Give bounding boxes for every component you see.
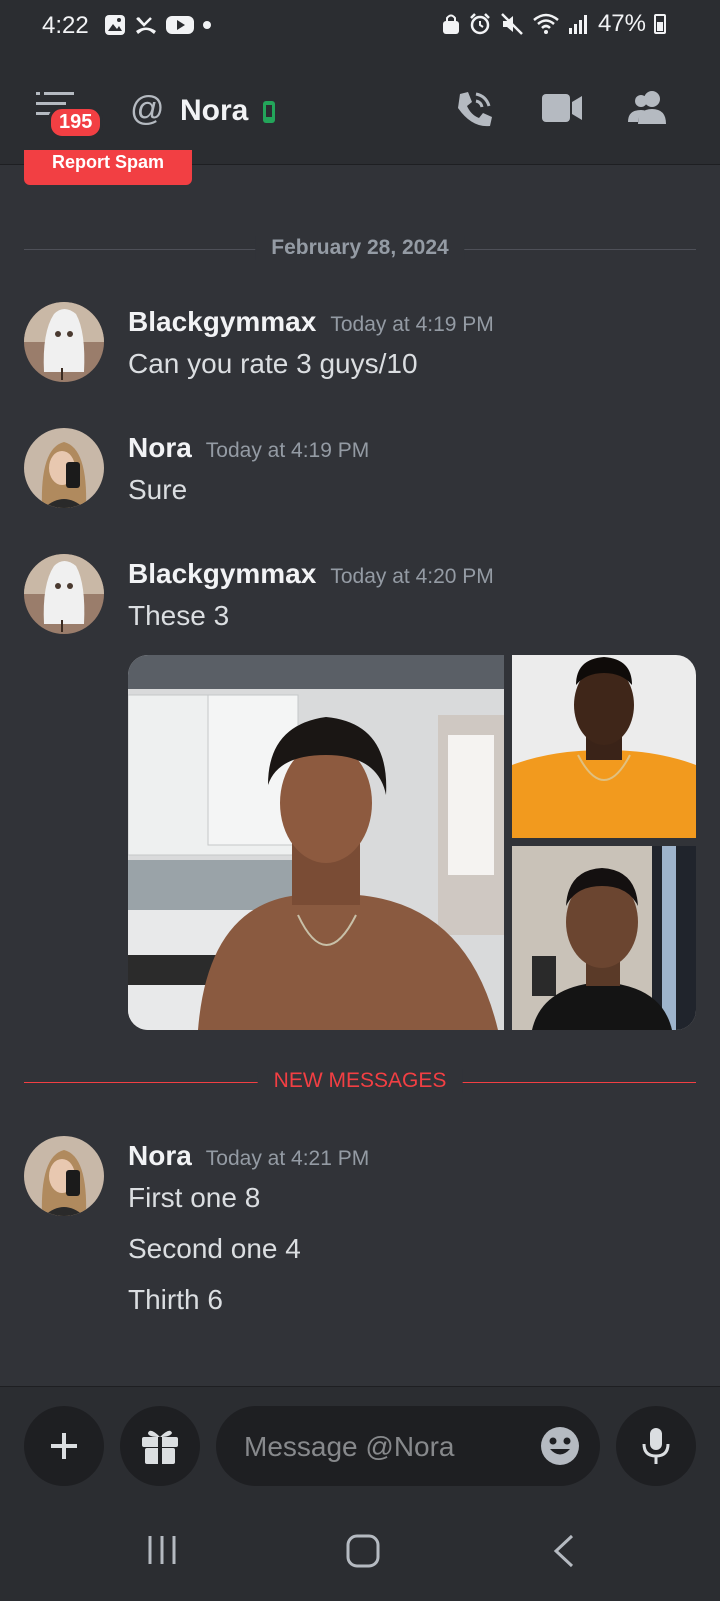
new-messages-separator: NEW MESSAGES bbox=[24, 1069, 696, 1093]
gallery-image-3[interactable] bbox=[512, 846, 696, 1030]
avatar[interactable] bbox=[24, 428, 104, 508]
back-icon[interactable] bbox=[552, 1534, 576, 1568]
recent-apps-icon[interactable] bbox=[146, 1534, 178, 1566]
video-call-icon[interactable] bbox=[540, 88, 584, 128]
status-time: 4:22 bbox=[42, 12, 89, 39]
mobile-online-icon bbox=[263, 101, 275, 123]
battery-percent: 47% bbox=[597, 10, 646, 37]
avatar-image bbox=[24, 428, 104, 508]
author-name: Blackgymmax bbox=[128, 306, 317, 337]
report-spam-button[interactable]: Report Spam bbox=[24, 150, 192, 185]
missed-call-icon bbox=[136, 17, 156, 34]
message-timestamp: Today at 4:19 PM bbox=[330, 313, 494, 336]
message-text: Sure bbox=[128, 474, 188, 505]
message-author[interactable]: Nora Today at 4:21 PM bbox=[128, 1140, 369, 1172]
chat-header: 195 @ Nora bbox=[0, 52, 720, 165]
gallery-icon bbox=[105, 15, 125, 35]
message-author[interactable]: Blackgymmax Today at 4:20 PM bbox=[128, 558, 494, 590]
channel-name[interactable]: Nora bbox=[180, 94, 248, 128]
at-icon: @ bbox=[130, 90, 165, 128]
avatar-image bbox=[24, 554, 104, 634]
wifi-icon bbox=[533, 13, 559, 34]
members-icon[interactable] bbox=[626, 88, 670, 128]
message-text: Can you rate 3 guys/10 bbox=[128, 348, 418, 379]
message-input[interactable] bbox=[242, 1406, 526, 1488]
gift-button[interactable] bbox=[120, 1406, 200, 1486]
dot-icon bbox=[203, 21, 211, 29]
image-gallery bbox=[128, 655, 696, 1030]
gallery-image-1[interactable] bbox=[128, 655, 504, 1030]
avatar[interactable] bbox=[24, 1136, 104, 1216]
lock-icon bbox=[442, 14, 459, 34]
menu-button[interactable]: 195 bbox=[30, 90, 104, 140]
message-author[interactable]: Blackgymmax Today at 4:19 PM bbox=[128, 306, 494, 338]
date-separator-label: February 28, 2024 bbox=[255, 236, 465, 260]
gallery-image-2[interactable] bbox=[512, 655, 696, 838]
voice-call-icon[interactable] bbox=[452, 88, 496, 132]
emoji-icon[interactable] bbox=[540, 1426, 580, 1466]
avatar[interactable] bbox=[24, 554, 104, 634]
message-timestamp: Today at 4:20 PM bbox=[330, 565, 494, 588]
battery-icon bbox=[654, 14, 666, 34]
date-separator: February 28, 2024 bbox=[24, 236, 696, 260]
microphone-icon bbox=[642, 1428, 670, 1464]
avatar[interactable] bbox=[24, 302, 104, 382]
youtube-icon bbox=[166, 16, 194, 34]
new-messages-label: NEW MESSAGES bbox=[257, 1069, 463, 1093]
add-attachment-button[interactable] bbox=[24, 1406, 104, 1486]
mute-icon bbox=[501, 13, 523, 35]
author-name: Nora bbox=[128, 432, 192, 463]
report-spam-label: Report Spam bbox=[51, 152, 165, 172]
signal-icon bbox=[568, 15, 587, 34]
message-text: Second one 4 bbox=[128, 1233, 301, 1264]
status-bar: 4:22 47% bbox=[0, 0, 720, 52]
author-name: Blackgymmax bbox=[128, 558, 317, 589]
home-icon[interactable] bbox=[346, 1534, 380, 1568]
message-author[interactable]: Nora Today at 4:19 PM bbox=[128, 432, 369, 464]
avatar-image bbox=[24, 1136, 104, 1216]
avatar-image bbox=[24, 302, 104, 382]
message-text: First one 8 bbox=[128, 1182, 261, 1213]
author-name: Nora bbox=[128, 1140, 192, 1171]
system-nav-bar bbox=[0, 1504, 720, 1600]
message-timestamp: Today at 4:19 PM bbox=[205, 439, 370, 462]
voice-message-button[interactable] bbox=[616, 1406, 696, 1486]
message-text: These 3 bbox=[128, 600, 230, 631]
message-input-container bbox=[216, 1406, 600, 1488]
unread-badge: 195 bbox=[48, 106, 104, 139]
plus-icon bbox=[51, 1433, 77, 1459]
gift-icon bbox=[142, 1430, 178, 1464]
message-timestamp: Today at 4:21 PM bbox=[205, 1147, 370, 1170]
message-text: Thirth 6 bbox=[128, 1284, 223, 1315]
alarm-icon bbox=[470, 13, 490, 35]
